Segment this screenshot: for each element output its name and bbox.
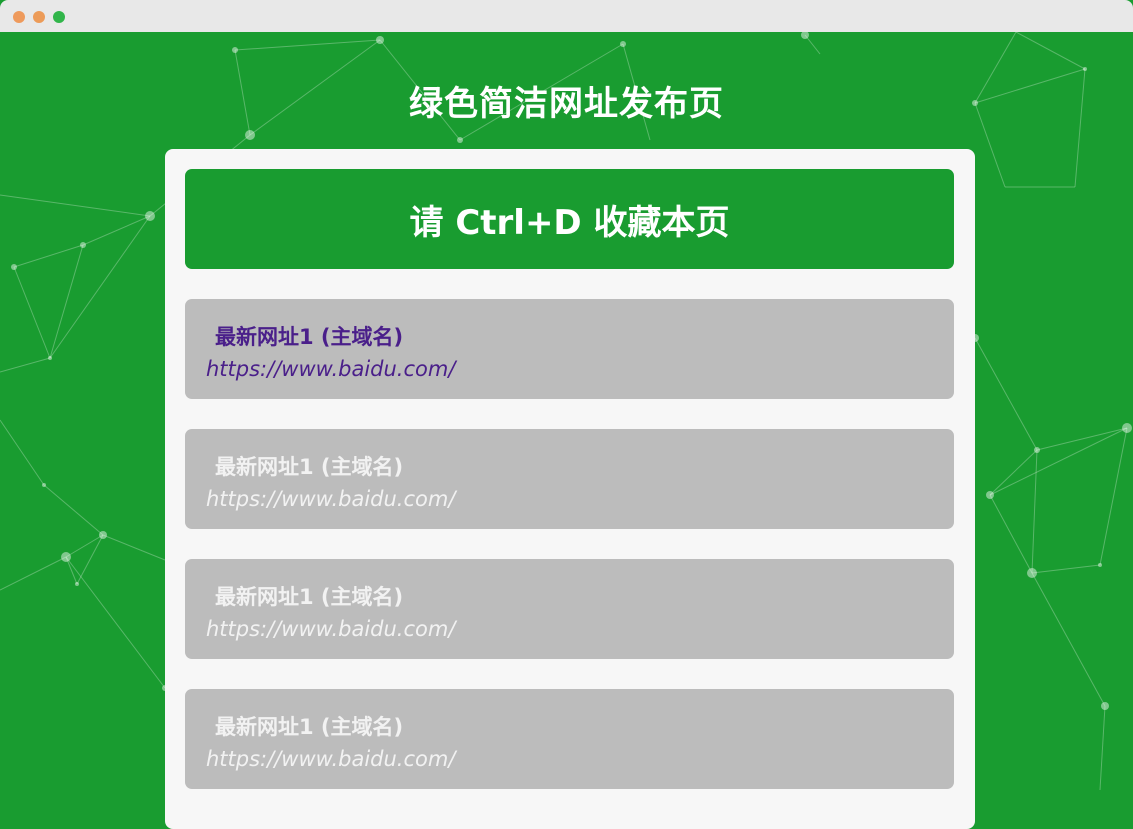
link-url: https://www.baidu.com/ [206,487,456,511]
bookmark-banner: 请 Ctrl+D 收藏本页 [185,169,954,269]
link-name: 最新网址1 (主域名) [215,325,404,349]
link-panel: 请 Ctrl+D 收藏本页 最新网址1 (主域名) https://www.ba… [165,149,975,829]
link-card-3[interactable]: 最新网址1 (主域名) https://www.baidu.com/ [185,559,954,659]
link-card-4[interactable]: 最新网址1 (主域名) https://www.baidu.com/ [185,689,954,789]
maximize-window-button[interactable] [53,11,65,23]
link-name: 最新网址1 (主域名) [215,585,404,609]
close-window-button[interactable] [13,11,25,23]
link-name: 最新网址1 (主域名) [215,455,404,479]
window-titlebar [0,0,1133,32]
page-title: 绿色简洁网址发布页 [409,84,724,124]
link-url: https://www.baidu.com/ [206,357,456,381]
link-url: https://www.baidu.com/ [206,747,456,771]
link-name: 最新网址1 (主域名) [215,715,404,739]
minimize-window-button[interactable] [33,11,45,23]
link-url: https://www.baidu.com/ [206,617,456,641]
link-card-1[interactable]: 最新网址1 (主域名) https://www.baidu.com/ [185,299,954,399]
link-card-2[interactable]: 最新网址1 (主域名) https://www.baidu.com/ [185,429,954,529]
